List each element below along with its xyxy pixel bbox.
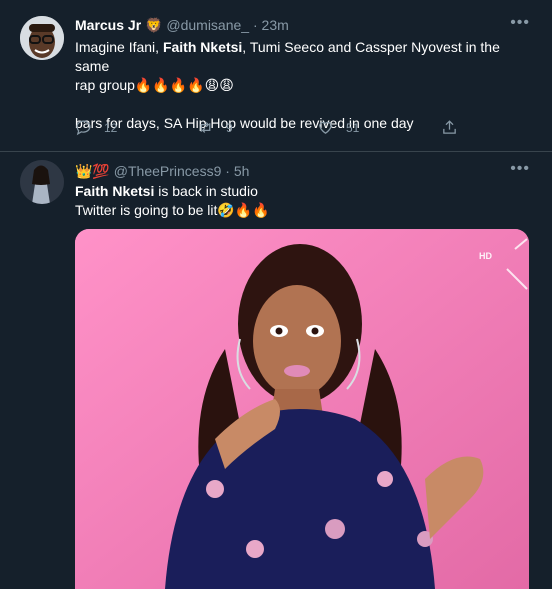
retweet-button[interactable]: 9	[197, 119, 233, 136]
reply-count: 12	[104, 120, 118, 135]
action-bar: 12 9 51	[75, 119, 475, 139]
timestamp[interactable]: 23m	[262, 17, 289, 33]
heart-icon	[319, 121, 332, 134]
retweet-icon	[200, 122, 211, 133]
retweet-count: 9	[226, 120, 233, 135]
hd-badge: HD	[479, 251, 492, 261]
more-icon[interactable]: •••	[510, 160, 530, 178]
separator: ·	[225, 163, 230, 179]
like-button[interactable]: 51	[317, 119, 359, 136]
highlight-text: Faith Nketsi	[162, 39, 243, 55]
author-name[interactable]: 👑💯	[75, 163, 110, 179]
share-button[interactable]	[441, 119, 470, 136]
timestamp[interactable]: 5h	[234, 163, 250, 179]
tweet-text: Faith Nketsi is back in studio Twitter i…	[75, 182, 530, 220]
text-part: is back in studio	[154, 183, 258, 199]
separator: ·	[252, 17, 258, 33]
like-count: 51	[346, 120, 360, 135]
author-handle[interactable]: @TheePrincess9	[114, 163, 222, 179]
more-icon[interactable]: •••	[510, 14, 530, 32]
author-name[interactable]: Marcus Jr	[75, 17, 141, 33]
author-handle[interactable]: @dumisane_	[166, 17, 249, 33]
highlight-text: Faith Nketsi	[75, 183, 155, 199]
tweet-photo[interactable]: HD	[75, 229, 529, 589]
tweet[interactable]: Marcus Jr 🦁 @dumisane_ · 23m ••• Imagine…	[0, 0, 552, 152]
tweet[interactable]: 👑💯 @TheePrincess9 · 5h ••• Faith Nketsi …	[0, 152, 552, 589]
reply-button[interactable]: 12	[75, 119, 117, 136]
text-part: Imagine Ifani,	[75, 39, 163, 55]
share-icon	[443, 120, 456, 134]
avatar[interactable]	[20, 16, 64, 60]
reply-icon	[76, 120, 91, 136]
text-line: rap group🔥🔥🔥🔥😩😩	[75, 77, 234, 93]
avatar[interactable]	[20, 160, 64, 204]
photo-image	[75, 229, 529, 589]
avatar-image	[20, 160, 64, 204]
text-line: Twitter is going to be lit🤣🔥🔥	[75, 202, 270, 218]
author-emoji: 🦁	[145, 17, 163, 33]
tweet-header: Marcus Jr 🦁 @dumisane_ · 23m	[75, 16, 289, 34]
avatar-image	[20, 16, 64, 60]
tweet-header: 👑💯 @TheePrincess9 · 5h	[75, 162, 249, 180]
